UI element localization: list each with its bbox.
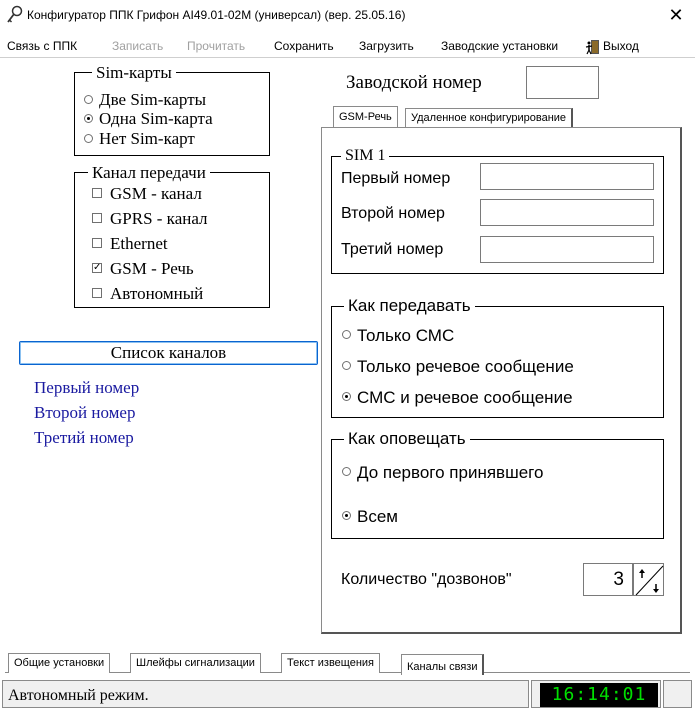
sim1-first-number-label: Первый номер — [341, 170, 451, 187]
radio-indicator[interactable] — [342, 467, 351, 477]
channel-list-item: Третий номер — [34, 428, 134, 447]
clock-panel: 16:14:01 — [531, 680, 661, 708]
menu-read[interactable]: Прочитать — [187, 39, 245, 53]
menu-save[interactable]: Сохранить — [274, 39, 334, 53]
radio-sms-and-voice[interactable]: СМС и речевое сообщение — [342, 388, 573, 408]
factory-number-label: Заводской номер — [346, 72, 482, 93]
radio-notify-all[interactable]: Всем — [342, 507, 398, 527]
radio-label: Одна Sim-карта — [99, 109, 213, 128]
menu-load[interactable]: Загрузить — [359, 39, 414, 53]
radio-indicator-selected[interactable] — [84, 113, 93, 123]
menu-connect[interactable]: Связь с ППК — [7, 39, 77, 53]
how-send-group-title: Как передавать — [344, 296, 475, 316]
sim1-first-number-field[interactable] — [480, 163, 654, 190]
title-bar: Конфигуратор ППК Грифон AI49.01-02М (уни… — [0, 0, 695, 32]
checkbox[interactable] — [92, 238, 102, 249]
radio-label: Только СМС — [357, 326, 455, 345]
channel-list-item: Второй номер — [34, 403, 136, 422]
window-title: Конфигуратор ППК Грифон AI49.01-02М (уни… — [27, 8, 406, 22]
radio-label: Нет Sim-карт — [99, 129, 195, 148]
checkbox-label: GPRS - канал — [110, 209, 208, 228]
radio-sms-only[interactable]: Только СМС — [342, 326, 454, 346]
tab-alarm-loops[interactable]: Шлейфы сигнализации — [130, 653, 261, 673]
check-ethernet[interactable]: Ethernet — [92, 234, 168, 254]
sim1-third-number-field[interactable] — [480, 236, 654, 263]
radio-voice-only[interactable]: Только речевое сообщение — [342, 357, 574, 377]
radio-indicator-selected[interactable] — [342, 511, 351, 521]
radio-label: СМС и речевое сообщение — [357, 388, 573, 407]
radio-label: Только речевое сообщение — [357, 357, 574, 376]
radio-label: До первого принявшего — [357, 463, 544, 482]
status-panel: Автономный режим. — [2, 680, 529, 708]
radio-indicator[interactable] — [84, 94, 93, 104]
check-gsm-channel[interactable]: GSM - канал — [92, 184, 202, 204]
sim1-second-number-field[interactable] — [480, 199, 654, 226]
redial-count-label: Количество "дозвонов" — [341, 571, 512, 588]
radio-no-sim[interactable]: Нет Sim-карт — [84, 129, 195, 149]
radio-indicator-selected[interactable] — [342, 392, 351, 402]
checkbox[interactable] — [92, 288, 102, 299]
check-gsm-voice[interactable]: ✓ GSM - Речь — [92, 259, 194, 279]
radio-indicator[interactable] — [342, 330, 351, 340]
checkbox[interactable] — [92, 213, 102, 224]
sim1-group-title: SIM 1 — [341, 147, 390, 165]
sim-cards-group-title: Sim-карты — [92, 63, 176, 83]
checkbox-label: Автономный — [110, 284, 204, 303]
radio-one-sim[interactable]: Одна Sim-карта — [84, 109, 213, 129]
checkbox-checked[interactable]: ✓ — [92, 263, 102, 274]
checkbox-label: Ethernet — [110, 234, 168, 253]
radio-indicator[interactable] — [84, 133, 93, 143]
checkbox-label: GSM - канал — [110, 184, 202, 203]
tab-remote-config[interactable]: Удаленное конфигурирование — [405, 108, 574, 128]
close-button[interactable]: ✕ — [664, 4, 688, 26]
redial-spin-button[interactable] — [633, 563, 664, 596]
checkbox-label: GSM - Речь — [110, 259, 194, 278]
status-extra-panel — [663, 680, 692, 708]
radio-two-sim[interactable]: Две Sim-карты — [84, 90, 206, 110]
status-text: Автономный режим. — [8, 687, 149, 704]
channel-list-button[interactable]: Список каналов — [19, 341, 318, 365]
menu-bar: Связь с ППК Записать Прочитать Сохранить… — [0, 34, 695, 58]
clock-display: 16:14:01 — [540, 683, 658, 707]
menu-factory-settings[interactable]: Заводские установки — [441, 39, 558, 53]
radio-first-receiver[interactable]: До первого принявшего — [342, 463, 543, 483]
exit-icon — [585, 40, 599, 55]
tab-gsm-voice[interactable]: GSM-Речь — [333, 106, 398, 128]
redial-count-value: 3 — [613, 569, 624, 590]
menu-exit[interactable]: Выход — [603, 39, 639, 53]
app-key-icon — [7, 5, 23, 23]
checkbox[interactable] — [92, 188, 102, 199]
menu-write[interactable]: Записать — [112, 39, 163, 53]
spin-arrows-icon — [635, 565, 664, 596]
radio-label: Две Sim-карты — [99, 90, 207, 109]
tab-general-settings[interactable]: Общие установки — [8, 653, 111, 673]
sim1-second-number-label: Второй номер — [341, 205, 445, 222]
redial-count-field[interactable]: 3 — [583, 563, 633, 596]
tab-communication-channels[interactable]: Каналы связи — [401, 654, 485, 675]
tab-notification-text[interactable]: Текст извещения — [281, 653, 380, 673]
how-notify-group-title: Как оповещать — [344, 429, 470, 449]
check-gprs-channel[interactable]: GPRS - канал — [92, 209, 208, 229]
factory-number-field[interactable] — [526, 66, 599, 99]
channel-list-item: Первый номер — [34, 378, 140, 397]
radio-label: Всем — [357, 507, 398, 526]
sim1-third-number-label: Третий номер — [341, 241, 444, 258]
check-autonomous[interactable]: Автономный — [92, 284, 203, 304]
radio-indicator[interactable] — [342, 361, 351, 371]
transmission-channel-group-title: Канал передачи — [88, 163, 210, 183]
